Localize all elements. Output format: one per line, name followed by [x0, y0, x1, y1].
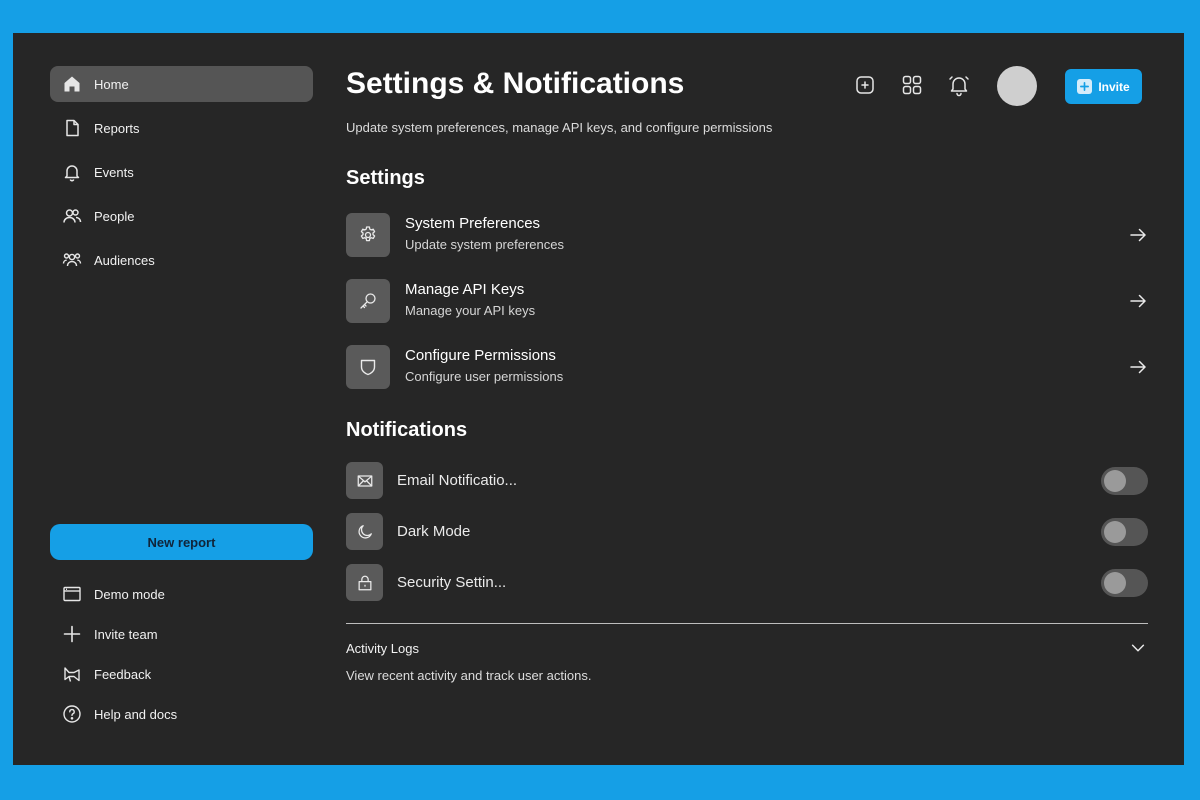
invite-button[interactable]: Invite: [1065, 69, 1142, 104]
setting-name: System Preferences: [405, 215, 541, 232]
setting-name: Configure Permissions: [405, 347, 556, 364]
divider: [346, 623, 1148, 624]
arrow-right-icon[interactable]: [1128, 225, 1148, 245]
invite-label: Invite: [1098, 79, 1130, 94]
window-icon: [62, 584, 82, 604]
toggle-knob: [1104, 521, 1126, 543]
help-circle-icon: [62, 704, 82, 724]
audience-icon: [62, 250, 82, 270]
demo-mode-item[interactable]: Demo mode: [50, 579, 165, 609]
gear-icon: [346, 213, 390, 257]
users-icon: [62, 206, 82, 226]
new-report-button[interactable]: New report: [50, 524, 313, 560]
arrow-right-icon[interactable]: [1128, 291, 1148, 311]
footer-item-label: Demo mode: [94, 586, 165, 602]
security-settings-toggle[interactable]: [1101, 569, 1148, 597]
notif-row-dark-mode: Dark Mode: [346, 513, 1148, 551]
page-title: Settings & Notifications: [346, 67, 685, 100]
file-icon: [62, 118, 82, 138]
notif-row-email: Email Notificatio...: [346, 462, 1148, 500]
toggle-knob: [1104, 572, 1126, 594]
footer-item-label: Help and docs: [94, 706, 178, 722]
notif-name: Security Settin...: [397, 574, 507, 591]
grid-icon[interactable]: [900, 73, 924, 97]
mail-icon: [346, 462, 383, 499]
settings-section-title: Settings: [346, 167, 425, 189]
setting-row-manage-api-keys[interactable]: Manage API Keys Manage your API keys: [346, 278, 1148, 324]
activity-logs-desc: View recent activity and track user acti…: [346, 668, 592, 683]
sidebar-item-label: People: [94, 208, 135, 224]
notification-bell-icon[interactable]: [947, 73, 971, 97]
sidebar-item-audiences[interactable]: Audiences: [50, 242, 313, 278]
toggle-knob: [1104, 470, 1126, 492]
setting-name: Manage API Keys: [405, 281, 525, 298]
sidebar-item-label: Events: [94, 164, 134, 180]
key-icon: [346, 279, 390, 323]
sidebar-item-home[interactable]: Home: [50, 66, 313, 102]
app-window: Home Reports Events People Audiences New…: [13, 33, 1184, 765]
sidebar-item-label: Audiences: [94, 252, 155, 268]
avatar[interactable]: [997, 66, 1037, 106]
activity-logs-title[interactable]: Activity Logs: [346, 641, 419, 656]
shield-icon: [346, 345, 390, 389]
sidebar-item-reports[interactable]: Reports: [50, 110, 313, 146]
help-docs-item[interactable]: Help and docs: [50, 699, 177, 729]
notif-row-security: Security Settin...: [346, 564, 1148, 602]
notif-name: Email Notificatio...: [397, 472, 518, 489]
notifications-section-title: Notifications: [346, 419, 468, 441]
bell-icon: [62, 162, 82, 182]
page-subtitle: Update system preferences, manage API ke…: [346, 120, 773, 135]
setting-row-configure-permissions[interactable]: Configure Permissions Configure user per…: [346, 344, 1148, 390]
plus-icon: [1077, 79, 1093, 94]
sidebar-item-people[interactable]: People: [50, 198, 313, 234]
footer-item-label: Invite team: [94, 626, 158, 642]
sidebar-item-label: Home: [94, 76, 129, 92]
megaphone-icon: [62, 664, 82, 684]
setting-row-system-preferences[interactable]: System Preferences Update system prefere…: [346, 212, 1148, 258]
sidebar-item-events[interactable]: Events: [50, 154, 313, 190]
feedback-item[interactable]: Feedback: [50, 659, 151, 689]
arrow-right-icon[interactable]: [1128, 357, 1148, 377]
footer-item-label: Feedback: [94, 666, 152, 682]
invite-team-item[interactable]: Invite team: [50, 619, 158, 649]
email-notifications-toggle[interactable]: [1101, 467, 1148, 495]
setting-desc: Update system preferences: [405, 237, 564, 252]
notif-name: Dark Mode: [397, 523, 471, 540]
sidebar-item-label: Reports: [94, 120, 140, 136]
moon-icon: [346, 513, 383, 550]
chevron-down-icon[interactable]: [1129, 639, 1147, 657]
home-icon: [62, 74, 82, 94]
dark-mode-toggle[interactable]: [1101, 518, 1148, 546]
add-square-icon[interactable]: [853, 73, 877, 97]
lock-icon: [346, 564, 383, 601]
plus-icon: [62, 624, 82, 644]
setting-desc: Manage your API keys: [405, 303, 536, 318]
setting-desc: Configure user permissions: [405, 369, 564, 384]
